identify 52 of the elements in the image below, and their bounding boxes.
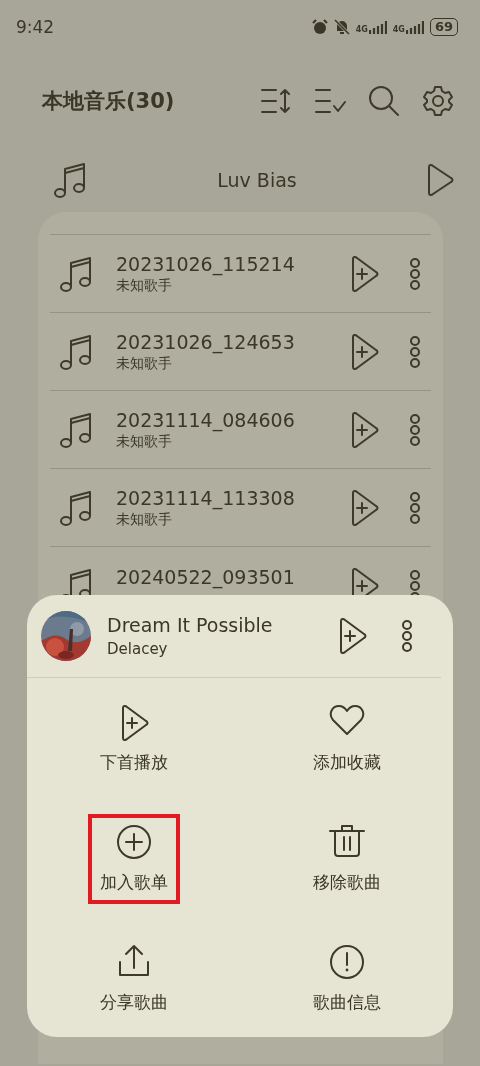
settings-icon[interactable] [422, 85, 454, 117]
artist-name: Delacey [107, 640, 169, 658]
song-title: 20240522_093501 [116, 565, 296, 588]
music-note-icon [60, 332, 94, 371]
song-title: 20231026_124653 [116, 330, 296, 353]
song-title: 20231114_084606 [116, 408, 296, 431]
plus-circle-icon [115, 824, 152, 860]
artist-name: 未知歌手 [116, 432, 173, 451]
more-icon[interactable] [409, 257, 421, 290]
trash-icon [327, 824, 366, 858]
clock-time: 9:42 [16, 17, 56, 37]
song-title: Dream It Possible [107, 614, 274, 636]
artist-name: 未知歌手 [116, 276, 173, 295]
music-note-icon [54, 161, 88, 199]
network-label: 4G [355, 25, 368, 34]
action-button[interactable]: 移除歌曲 [300, 814, 393, 904]
play-next-icon[interactable] [349, 254, 379, 293]
song-title: 20231114_113308 [116, 486, 296, 509]
music-note-icon [60, 488, 94, 527]
music-note-icon [60, 254, 94, 293]
sort-icon[interactable] [260, 87, 292, 115]
action-button[interactable]: 歌曲信息 [300, 934, 393, 1024]
search-icon[interactable] [368, 85, 400, 117]
page-title: 本地音乐(30) [42, 88, 176, 115]
battery-level: 69 [429, 18, 458, 36]
action-button[interactable]: 添加收藏 [300, 694, 393, 784]
more-icon[interactable] [401, 620, 413, 652]
muted-bell-icon [333, 19, 350, 35]
play-next-icon[interactable] [349, 488, 379, 527]
signal-icon [368, 20, 387, 34]
action-button[interactable]: 加入歌单 [87, 814, 180, 904]
song-title: 20231026_115214 [116, 252, 296, 275]
more-icon[interactable] [409, 335, 421, 368]
more-icon[interactable] [409, 413, 421, 446]
heart-icon [328, 704, 365, 736]
signal-icon [405, 20, 424, 34]
info-icon [328, 944, 365, 980]
now-playing-title[interactable]: Luv Bias [88, 169, 426, 191]
play-next-icon[interactable] [337, 617, 367, 655]
play-next-icon[interactable] [349, 410, 379, 449]
share-icon [117, 944, 150, 978]
network-label: 4G [392, 25, 405, 34]
alarm-icon [311, 19, 328, 35]
music-note-icon [60, 410, 94, 449]
action-button[interactable]: 下首播放 [87, 694, 180, 784]
artist-name: 未知歌手 [116, 510, 173, 529]
checklist-icon[interactable] [314, 87, 346, 115]
play-next-icon[interactable] [349, 332, 379, 371]
action-button[interactable]: 分享歌曲 [87, 934, 180, 1024]
more-icon[interactable] [409, 491, 421, 524]
artist-name: 未知歌手 [116, 354, 173, 373]
play-icon[interactable] [426, 163, 454, 197]
